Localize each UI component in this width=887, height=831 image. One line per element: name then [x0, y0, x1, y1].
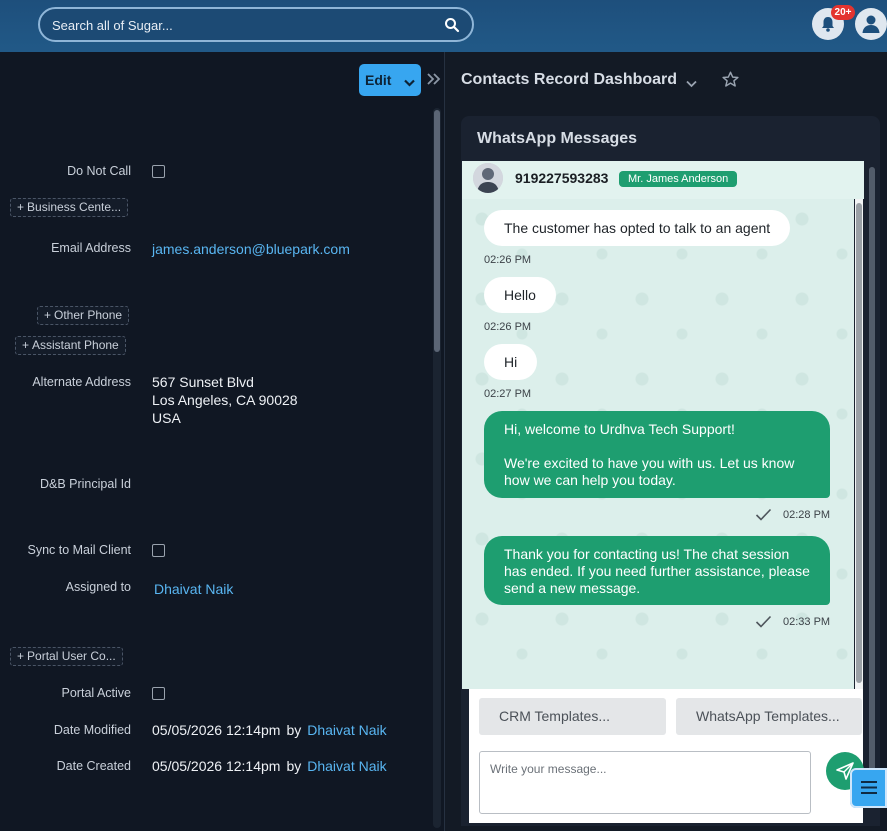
sync-mail-label: Sync to Mail Client	[27, 543, 131, 557]
quick-menu-button[interactable]	[850, 768, 887, 808]
favorite-star-icon[interactable]	[722, 71, 739, 93]
email-link[interactable]: james.anderson@bluepark.com	[152, 241, 350, 257]
avatar	[473, 163, 503, 193]
incoming-message: Hello	[484, 277, 556, 313]
outgoing-message-line: Thank you for contacting us! The chat se…	[504, 546, 810, 596]
date-created-by: by	[286, 758, 302, 774]
search-icon[interactable]	[444, 17, 460, 33]
date-modified-user-link[interactable]: Dhaivat Naik	[307, 722, 386, 738]
add-assistant-phone-button[interactable]: + Assistant Phone	[15, 336, 126, 355]
assigned-to-link[interactable]: Dhaivat Naik	[154, 581, 233, 597]
outgoing-message-line: We're excited to have you with us. Let u…	[504, 455, 795, 488]
chevron-down-icon[interactable]	[686, 75, 697, 93]
portal-active-label: Portal Active	[61, 686, 131, 700]
record-scrollbar[interactable]	[433, 108, 441, 828]
assigned-to-label: Assigned to	[65, 580, 131, 594]
record-scrollbar-thumb[interactable]	[434, 110, 440, 352]
message-input[interactable]	[479, 751, 811, 814]
outgoing-message-line: Hi, welcome to Urdhva Tech Support!	[504, 421, 735, 437]
dnb-principal-label: D&B Principal Id	[39, 477, 131, 491]
edit-button-label: Edit	[365, 72, 392, 88]
alternate-address-line3: USA	[152, 410, 181, 426]
date-modified-date: 05/05/2026 12:14pm	[152, 722, 281, 738]
dashboard-title[interactable]: Contacts Record Dashboard	[461, 71, 677, 89]
search-input[interactable]	[52, 15, 432, 35]
outgoing-message: Hi, welcome to Urdhva Tech Support! We'r…	[484, 411, 830, 498]
chevron-down-icon[interactable]	[404, 74, 415, 90]
message-time: 02:33 PM	[783, 616, 831, 628]
incoming-message: Hi	[484, 344, 538, 380]
notification-badge: 20+	[831, 5, 855, 20]
contact-name-tag: Mr. James Anderson	[619, 171, 738, 187]
date-created-value: 05/05/2026 12:14pm by Dhaivat Naik	[152, 758, 387, 774]
date-modified-value: 05/05/2026 12:14pm by Dhaivat Naik	[152, 722, 387, 738]
collapse-sidebar-icon[interactable]	[427, 70, 441, 91]
dashlet-title: WhatsApp Messages	[477, 130, 638, 147]
hamburger-menu-icon	[861, 781, 877, 794]
add-business-center-label: Business Cente...	[27, 200, 122, 214]
whatsapp-templates-button[interactable]: WhatsApp Templates...	[676, 698, 862, 735]
dashboard-scrollbar-thumb[interactable]	[869, 167, 875, 807]
email-label: Email Address	[51, 241, 131, 255]
outgoing-message: Thank you for contacting us! The chat se…	[484, 536, 830, 605]
add-portal-user-label: Portal User Co...	[27, 649, 116, 663]
add-business-center-button[interactable]: + Business Cente...	[10, 198, 129, 217]
top-bar	[0, 0, 887, 52]
do-not-call-checkbox[interactable]	[152, 165, 165, 178]
do-not-call-label: Do Not Call	[67, 164, 131, 178]
message-time: 02:28 PM	[783, 509, 831, 521]
portal-active-checkbox[interactable]	[152, 687, 165, 700]
contact-phone: 919227593283	[515, 170, 609, 186]
alternate-address-line1: 567 Sunset Blvd	[152, 374, 254, 390]
alternate-address-label: Alternate Address	[32, 375, 131, 389]
sent-check-icon	[755, 508, 772, 521]
message-time: 02:26 PM	[484, 254, 532, 266]
user-menu-button[interactable]	[855, 8, 887, 40]
crm-templates-button[interactable]: CRM Templates...	[479, 698, 666, 735]
chat-scrollbar[interactable]	[855, 199, 863, 689]
add-assistant-phone-label: Assistant Phone	[32, 338, 119, 352]
date-modified-label: Date Modified	[53, 723, 131, 737]
date-modified-by: by	[286, 722, 302, 738]
add-portal-user-button[interactable]: + Portal User Co...	[10, 647, 123, 666]
chat-scrollbar-thumb[interactable]	[856, 203, 862, 683]
edit-button[interactable]: Edit	[359, 64, 421, 96]
message-time: 02:27 PM	[484, 388, 532, 400]
date-created-date: 05/05/2026 12:14pm	[152, 758, 281, 774]
sent-check-icon	[755, 615, 772, 628]
alternate-address-line2: Los Angeles, CA 90028	[152, 392, 298, 408]
global-search[interactable]	[38, 7, 474, 42]
incoming-message: The customer has opted to talk to an age…	[484, 210, 791, 246]
add-other-phone-label: Other Phone	[54, 308, 123, 322]
add-other-phone-button[interactable]: + Other Phone	[37, 306, 130, 325]
dashboard-scrollbar[interactable]	[869, 167, 875, 807]
user-icon	[862, 15, 880, 33]
message-time: 02:26 PM	[484, 321, 532, 333]
date-created-user-link[interactable]: Dhaivat Naik	[307, 758, 386, 774]
sync-mail-checkbox[interactable]	[152, 544, 165, 557]
date-created-label: Date Created	[56, 759, 131, 773]
